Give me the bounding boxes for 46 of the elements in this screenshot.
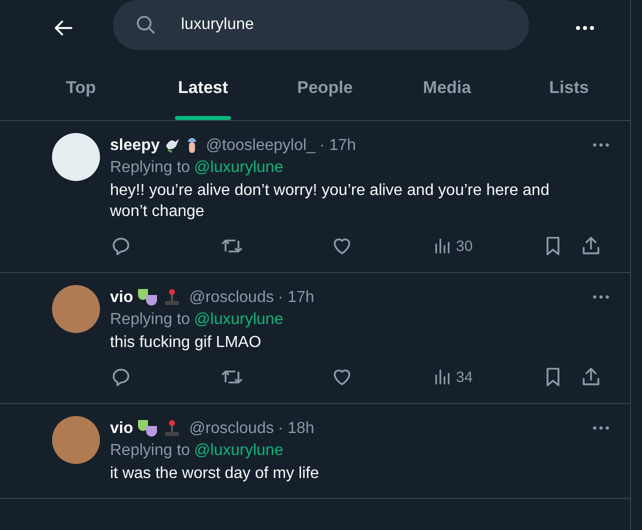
tab[interactable]: People (264, 56, 386, 120)
mention-link[interactable]: @luxurylune (194, 309, 284, 330)
theater-masks-icon (137, 287, 160, 307)
post-time: · 18h (278, 418, 314, 438)
more-icon (592, 295, 610, 299)
user-handle[interactable]: @rosclouds (189, 286, 274, 308)
search-field[interactable]: luxurylune (113, 0, 529, 50)
user-handle[interactable]: @rosclouds (189, 418, 274, 438)
joystick-icon (163, 419, 182, 437)
reply-label: Replying to (110, 310, 190, 330)
more-button[interactable] (592, 295, 610, 299)
views-button[interactable]: 30 (432, 235, 473, 257)
display-name[interactable]: sleepy (110, 134, 160, 156)
user-handle[interactable]: @toosleepylol_ (206, 134, 316, 156)
tab[interactable]: Media (386, 56, 508, 120)
post-text: hey!! you’re alive don’t worry! you’re alive and you’re here and won’t change (110, 181, 550, 222)
tab[interactable]: Lists (508, 56, 630, 120)
reply-label: Replying to (110, 158, 190, 178)
share-button[interactable] (580, 366, 602, 388)
search-icon (135, 14, 157, 36)
tab[interactable]: Top (20, 56, 142, 120)
more-icon (592, 426, 610, 430)
more-button[interactable] (592, 143, 610, 147)
more-button[interactable] (575, 26, 595, 30)
mention-link[interactable]: @luxurylune (194, 157, 284, 178)
reply-button[interactable] (110, 235, 132, 257)
theater-masks-icon (137, 418, 160, 438)
display-name[interactable]: vio (110, 418, 134, 438)
views-button[interactable]: 34 (432, 366, 473, 388)
post-text: this fucking gif LMAO (110, 333, 262, 353)
reply-button[interactable] (110, 366, 132, 388)
share-button[interactable] (580, 235, 602, 257)
post-time: · 17h (319, 136, 356, 156)
more-button[interactable] (592, 426, 610, 430)
mention-link[interactable]: @luxurylune (194, 440, 284, 461)
post-time: · 17h (278, 288, 314, 308)
joystick-icon (163, 288, 182, 306)
avatar[interactable] (52, 133, 100, 181)
more-icon (592, 143, 610, 147)
display-name[interactable]: vio (110, 286, 134, 308)
jellyfish-icon (186, 136, 198, 154)
dove-icon (164, 136, 182, 154)
more-icon (575, 26, 595, 30)
tab[interactable]: Latest (142, 56, 264, 120)
reply-label: Replying to (110, 441, 190, 461)
post-text: it was the worst day of my life (110, 464, 320, 484)
